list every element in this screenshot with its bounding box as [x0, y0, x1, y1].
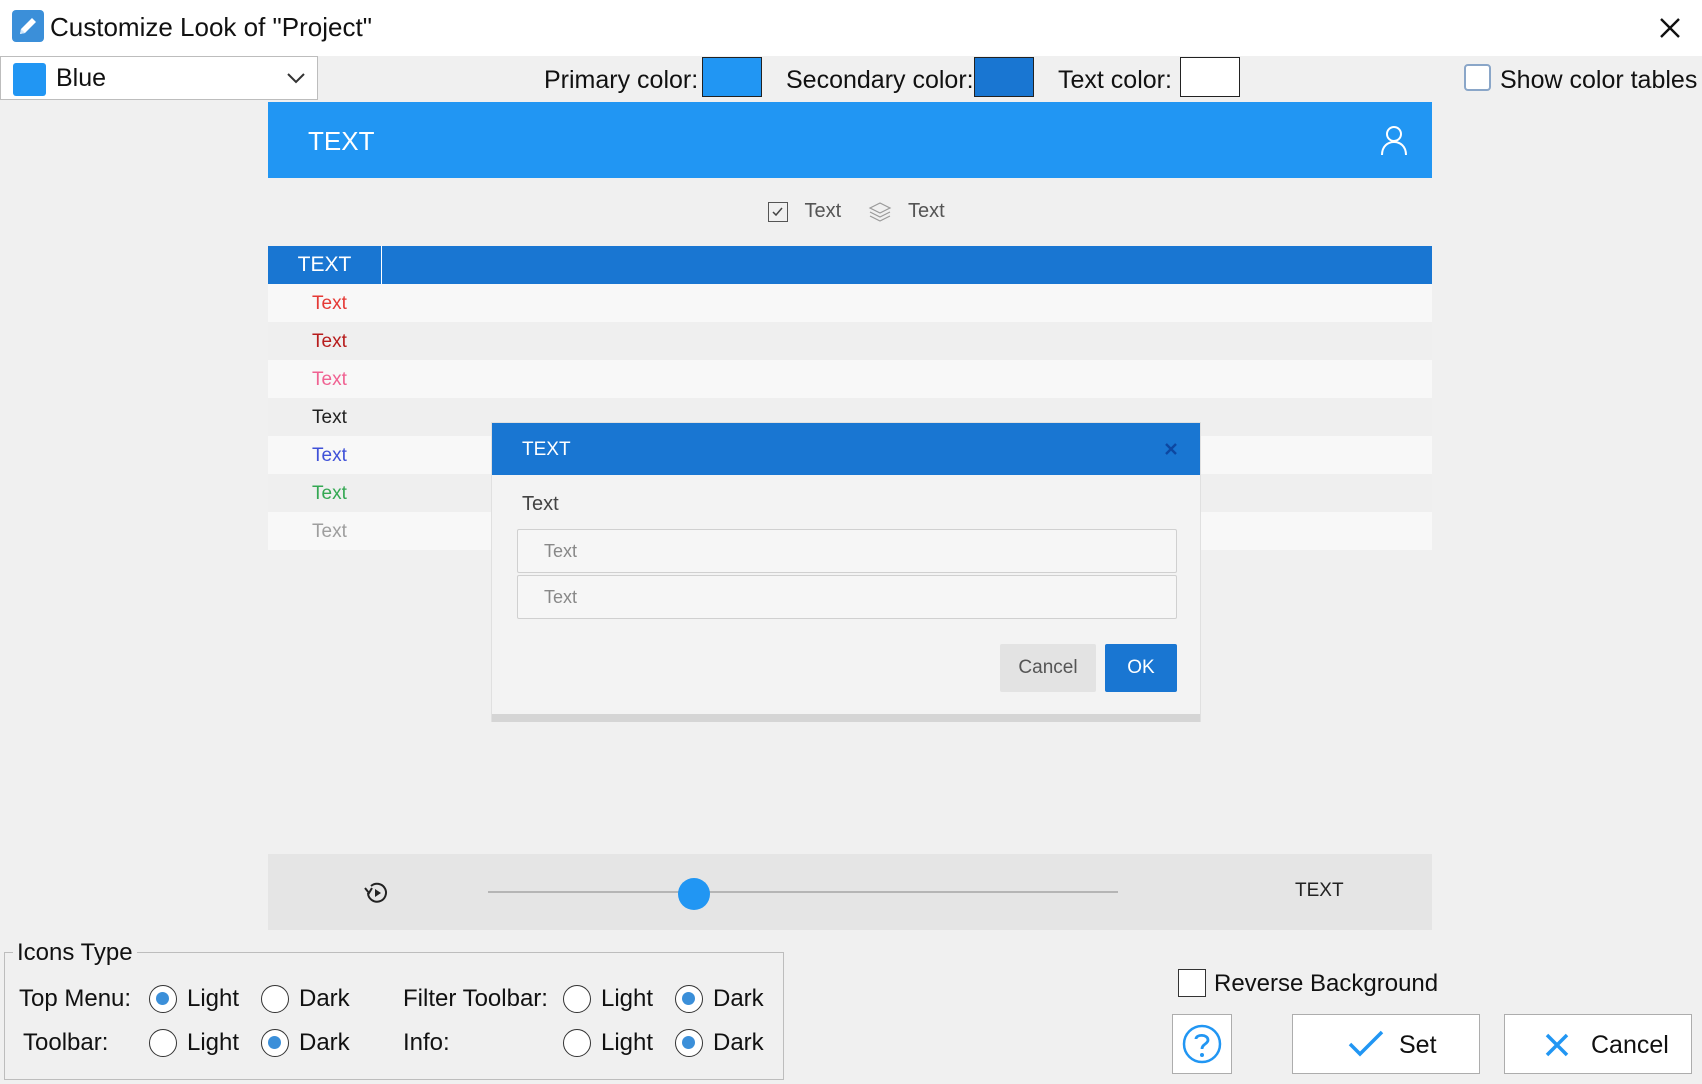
dialog-ok-button: OK [1105, 644, 1177, 692]
text-color-label: Text color: [1058, 66, 1172, 94]
info-light-radio[interactable] [563, 1029, 591, 1057]
theme-dropdown[interactable]: Blue [0, 56, 318, 100]
icons-type-group: Icons Type Top Menu: Light Dark Filter T… [4, 939, 784, 1080]
dialog-bottom-bar [492, 714, 1200, 722]
grid-cell-text: Text [312, 369, 347, 390]
preview-checkbox-text: Text [804, 200, 842, 222]
close-icon[interactable] [1650, 8, 1690, 48]
edit-pencil-icon [12, 10, 44, 42]
grid-row: Text [268, 360, 1432, 398]
dialog-input-text: Text [544, 541, 578, 561]
reverse-background-label[interactable]: Reverse Background [1214, 970, 1438, 998]
filter-toolbar-light-label[interactable]: Light [601, 985, 653, 1013]
slider-track [488, 891, 1118, 893]
top-menu-dark-label[interactable]: Dark [299, 985, 350, 1013]
dialog-cancel-button: Cancel [1000, 644, 1096, 692]
dialog-label: Text [522, 493, 559, 515]
info-light-label[interactable]: Light [601, 1029, 653, 1057]
grid-cell-text: Text [312, 331, 347, 352]
icons-type-legend: Icons Type [13, 939, 137, 967]
secondary-color-label: Secondary color: [786, 66, 974, 94]
preview-checkbox-row: Text Text [768, 200, 945, 226]
grid-column-header: TEXT [268, 246, 382, 284]
secondary-color-swatch[interactable] [974, 57, 1034, 97]
info-dark-label[interactable]: Dark [713, 1029, 764, 1057]
grid-cell-text: Text [312, 445, 347, 466]
dialog-input: Text [517, 529, 1177, 573]
help-button[interactable] [1172, 1014, 1232, 1074]
preview-media-bar: TEXT [268, 854, 1432, 930]
history-play-icon [362, 878, 392, 908]
dialog-close-icon [1161, 439, 1181, 459]
grid-cell-text: Text [312, 407, 347, 428]
check-icon [1348, 1030, 1384, 1057]
show-color-tables-checkbox[interactable] [1464, 64, 1491, 91]
grid-cell-text: Text [312, 293, 347, 314]
info-dark-radio[interactable] [675, 1029, 703, 1057]
checked-checkbox-icon [768, 201, 788, 222]
preview-header: TEXT [268, 102, 1432, 178]
toolbar-light-label[interactable]: Light [187, 1029, 239, 1057]
top-menu-dark-radio[interactable] [261, 985, 289, 1013]
help-icon [1182, 1024, 1222, 1064]
preview-layers-text: Text [908, 200, 945, 222]
dialog-input-text: Text [544, 587, 578, 607]
top-menu-light-label[interactable]: Light [187, 985, 239, 1013]
title-bar: Customize Look of "Project" [0, 0, 1702, 56]
cancel-button-label: Cancel [1591, 1031, 1669, 1059]
toolbar-dark-radio[interactable] [261, 1029, 289, 1057]
toolbar-dark-label[interactable]: Dark [299, 1029, 350, 1057]
layers-icon [868, 201, 892, 222]
filter-toolbar-dark-radio[interactable] [675, 985, 703, 1013]
cancel-button[interactable]: Cancel [1504, 1014, 1692, 1074]
window-title: Customize Look of "Project" [50, 12, 372, 42]
theme-swatch [13, 63, 46, 96]
toolbar-label: Toolbar: [23, 1029, 109, 1056]
dialog-header: TEXT [492, 423, 1200, 475]
grid-cell-text: Text [312, 483, 347, 504]
theme-selected-value: Blue [56, 64, 107, 92]
media-text: TEXT [1295, 880, 1344, 901]
top-menu-light-radio[interactable] [149, 985, 177, 1013]
grid-cell-text: Text [312, 521, 347, 542]
top-menu-label: Top Menu: [19, 985, 132, 1012]
show-color-tables-label[interactable]: Show color tables [1500, 66, 1697, 95]
grid-row: Text [268, 322, 1432, 360]
chevron-down-icon [285, 67, 307, 89]
preview-grid-header: TEXT [268, 246, 1432, 284]
primary-color-swatch[interactable] [702, 57, 762, 97]
set-button-label: Set [1399, 1031, 1437, 1059]
toolbar-light-radio[interactable] [149, 1029, 177, 1057]
filter-toolbar-label: Filter Toolbar: [403, 985, 548, 1012]
primary-color-label: Primary color: [544, 66, 699, 94]
close-icon [1545, 1033, 1569, 1057]
set-button[interactable]: Set [1292, 1014, 1480, 1074]
reverse-background-checkbox[interactable] [1178, 969, 1206, 997]
filter-toolbar-light-radio[interactable] [563, 985, 591, 1013]
user-icon [1376, 122, 1412, 158]
text-color-swatch[interactable] [1180, 57, 1240, 97]
dialog-title: TEXT [522, 439, 571, 460]
filter-toolbar-dark-label[interactable]: Dark [713, 985, 764, 1013]
preview-dialog: TEXT Text Text Text Cancel OK [491, 422, 1201, 722]
slider-thumb [678, 878, 710, 910]
dialog-input: Text [517, 575, 1177, 619]
grid-row: Text [268, 284, 1432, 322]
preview-header-text: TEXT [308, 126, 375, 156]
info-label: Info: [403, 1029, 450, 1056]
